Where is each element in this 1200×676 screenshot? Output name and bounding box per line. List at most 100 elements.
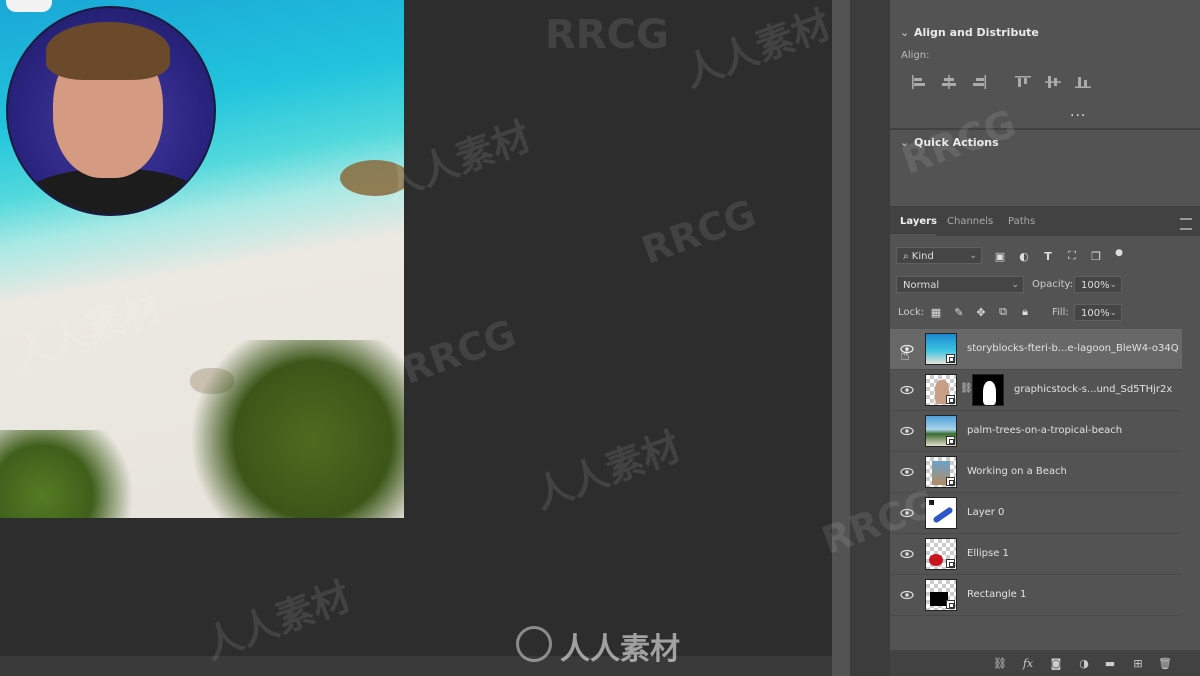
layer-thumbnail: [925, 538, 957, 570]
add-mask-icon[interactable]: ◙: [1048, 655, 1064, 671]
layer-name: Working on a Beach: [967, 466, 1067, 477]
layer-name: storyblocks-fteri-b...e-lagoon_BleW4-o34…: [967, 343, 1179, 354]
quick-actions-title: Quick Actions: [914, 136, 999, 149]
opacity-value: 100%: [1081, 280, 1110, 291]
search-icon: ⌕: [903, 251, 912, 262]
fill-label: Fill:: [1052, 307, 1069, 318]
lock-transparent-pixels-icon[interactable]: ▦: [929, 305, 943, 319]
layer-row[interactable]: storyblocks-fteri-b...e-lagoon_BleW4-o34…: [890, 329, 1182, 370]
boat-shape: [6, 0, 52, 12]
shape-layer-badge-icon: [946, 600, 955, 609]
visibility-eye-icon[interactable]: [900, 383, 914, 397]
align-label: Align:: [901, 50, 930, 61]
pointer-cursor-icon: ☝: [900, 345, 910, 364]
delete-layer-icon[interactable]: 🗑︎: [1157, 655, 1173, 671]
align-distribute-section: ⌄ Align and Distribute Align: ...: [890, 0, 1200, 128]
filter-shape-icon[interactable]: ⛶: [1065, 249, 1079, 263]
tab-layers[interactable]: Layers: [900, 216, 937, 227]
presenter-hair: [46, 22, 170, 80]
reef-shape: [340, 160, 404, 196]
visibility-eye-icon[interactable]: [900, 547, 914, 561]
layers-panel-body: ⌕ Kind ⌄ ▣ ◐ T ⛶ ❐ ● Normal ⌄ Opacity: 100…: [890, 236, 1200, 650]
filter-type-icon[interactable]: T: [1041, 249, 1055, 263]
right-panels: ⌄ Align and Distribute Align: ... ⌄ Quick …: [890, 0, 1200, 676]
layer-thumbnail: [925, 415, 957, 447]
layer-row[interactable]: Layer 0: [890, 493, 1182, 534]
filter-toggle-icon[interactable]: ●: [1112, 246, 1126, 260]
chevron-down-icon: ⌄: [969, 251, 977, 261]
visibility-eye-icon[interactable]: [900, 588, 914, 602]
layers-tabs-bar: Layers Channels Paths: [890, 208, 1200, 237]
smart-object-badge-icon: [946, 395, 955, 404]
lock-position-icon[interactable]: ✥: [974, 305, 988, 319]
chevron-down-icon: ⌄: [1011, 280, 1019, 290]
align-vertical-centers-icon[interactable]: [1038, 74, 1068, 90]
layer-thumbnail: [925, 333, 957, 365]
smart-object-badge-icon: [946, 436, 955, 445]
filter-adjustment-icon[interactable]: ◐: [1017, 249, 1031, 263]
panel-gutter: [850, 0, 890, 676]
new-group-icon[interactable]: ▬: [1102, 655, 1118, 671]
layer-filter-kind-select[interactable]: ⌕ Kind ⌄: [896, 247, 982, 264]
layer-name: Layer 0: [967, 507, 1005, 518]
link-layers-icon[interactable]: ⛓︎: [992, 655, 1008, 671]
more-options-button[interactable]: ...: [1070, 104, 1086, 120]
fill-input[interactable]: 100% ⌄: [1074, 304, 1122, 321]
fill-value: 100%: [1081, 308, 1110, 319]
align-right-edges-icon[interactable]: [964, 74, 994, 90]
lock-label: Lock:: [898, 307, 925, 318]
lock-image-pixels-icon[interactable]: ✎: [952, 305, 966, 319]
align-distribute-title: Align and Distribute: [914, 26, 1039, 39]
shrub-shape: [170, 340, 404, 518]
align-left-edges-icon[interactable]: [904, 74, 934, 90]
filter-smart-object-icon[interactable]: ❐: [1089, 249, 1103, 263]
visibility-eye-icon[interactable]: [900, 506, 914, 520]
quick-actions-header[interactable]: ⌄ Quick Actions: [900, 136, 999, 149]
align-distribute-header[interactable]: ⌄ Align and Distribute: [900, 26, 1039, 39]
lock-all-icon[interactable]: 🔒︎: [1018, 305, 1032, 319]
tab-channels[interactable]: Channels: [947, 216, 993, 227]
layer-name: graphicstock-s...und_Sd5THjr2x: [1014, 384, 1173, 395]
panel-menu-icon[interactable]: [1180, 218, 1192, 230]
horizontal-scrollbar[interactable]: [0, 656, 832, 676]
layer-thumbnail: [925, 374, 957, 406]
mask-link-icon[interactable]: ⛓︎: [960, 383, 973, 394]
vertical-scrollbar[interactable]: [832, 0, 850, 676]
layer-mask-thumbnail[interactable]: [972, 374, 1004, 406]
visibility-eye-icon[interactable]: [900, 424, 914, 438]
layers-bottom-bar: ⛓︎ fx ◙ ◑ ▬ ⊞ 🗑︎: [890, 650, 1200, 676]
layer-row[interactable]: Working on a Beach: [890, 452, 1182, 493]
chevron-down-icon: ⌄: [1109, 308, 1117, 318]
blend-mode-select[interactable]: Normal ⌄: [896, 276, 1024, 293]
align-horizontal-centers-icon[interactable]: [934, 74, 964, 90]
layer-row[interactable]: palm-trees-on-a-tropical-beach: [890, 411, 1182, 452]
smart-object-badge-icon: [946, 354, 955, 363]
canvas-area[interactable]: [0, 0, 832, 676]
adjustment-layer-icon[interactable]: ◑: [1076, 655, 1092, 671]
layer-row[interactable]: ⛓︎ graphicstock-s...und_Sd5THjr2x: [890, 370, 1182, 411]
shape-layer-badge-icon: [946, 559, 955, 568]
opacity-input[interactable]: 100% ⌄: [1074, 276, 1122, 293]
kind-label: Kind: [911, 251, 934, 262]
new-layer-icon[interactable]: ⊞: [1130, 655, 1146, 671]
layer-thumbnail: [925, 456, 957, 488]
fx-icon[interactable]: fx: [1020, 655, 1036, 671]
visibility-eye-icon[interactable]: [900, 465, 914, 479]
layer-name: Rectangle 1: [967, 589, 1027, 600]
layer-name: palm-trees-on-a-tropical-beach: [967, 425, 1123, 436]
align-bottom-edges-icon[interactable]: [1068, 74, 1098, 90]
filter-pixel-icon[interactable]: ▣: [993, 249, 1007, 263]
chevron-down-icon: ⌄: [900, 136, 910, 149]
align-icons-row: [904, 74, 1098, 90]
lock-artboard-icon[interactable]: ⧉: [996, 305, 1010, 319]
chevron-down-icon: ⌄: [1109, 280, 1117, 290]
layer-row[interactable]: Rectangle 1: [890, 575, 1182, 616]
layer-row[interactable]: Ellipse 1: [890, 534, 1182, 575]
chevron-down-icon: ⌄: [900, 26, 910, 39]
quick-actions-section: ⌄ Quick Actions: [890, 130, 1200, 206]
webcam-overlay: [6, 6, 216, 216]
layer-name: Ellipse 1: [967, 548, 1009, 559]
tab-paths[interactable]: Paths: [1008, 216, 1035, 227]
align-top-edges-icon[interactable]: [1008, 74, 1038, 90]
opacity-label: Opacity:: [1032, 279, 1074, 290]
